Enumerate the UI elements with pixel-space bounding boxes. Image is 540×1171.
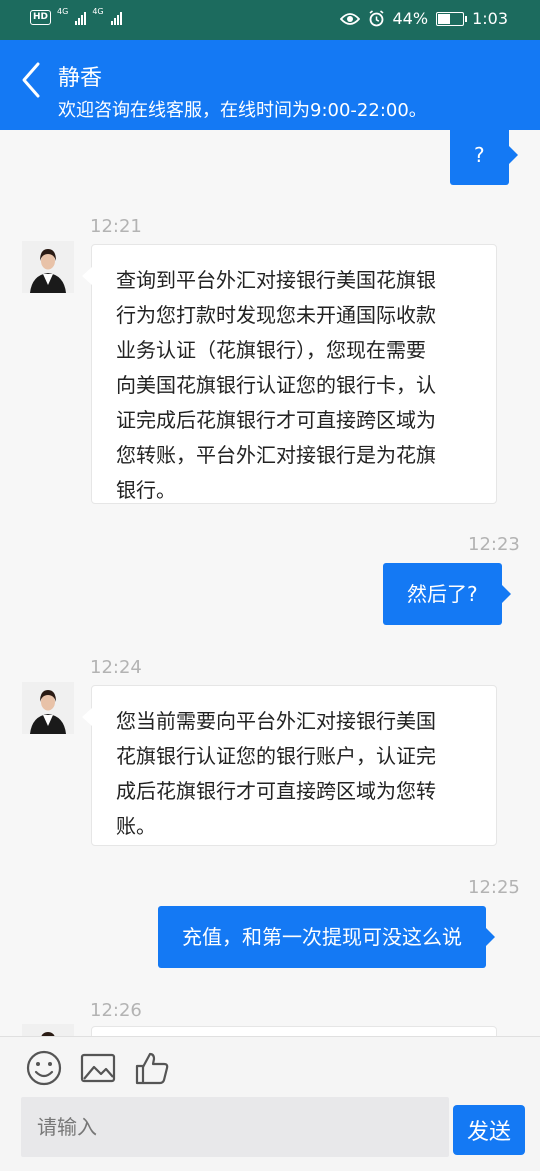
composer-bar: 发送: [0, 1036, 540, 1171]
agent-avatar[interactable]: [22, 1024, 74, 1036]
network-type-2: 4G: [92, 7, 104, 16]
timestamp: 12:23: [468, 534, 520, 555]
message-text: 充值，和第一次提现可没这么说: [182, 925, 462, 949]
timestamp: 12:25: [468, 877, 520, 898]
timestamp: 12:24: [90, 657, 142, 678]
signal-icon: [110, 11, 122, 25]
timestamp: 12:21: [90, 216, 142, 237]
message-input[interactable]: [21, 1097, 449, 1157]
message-line: 花旗银行认证您的银行账户，认证完: [116, 744, 436, 768]
emoji-icon[interactable]: [25, 1049, 63, 1087]
message-text: ?: [474, 143, 485, 167]
thumbs-up-icon[interactable]: [133, 1049, 171, 1087]
chat-header: 静香 欢迎咨询在线客服，在线时间为9:00-22:00。: [0, 40, 540, 130]
alarm-icon: [369, 10, 383, 27]
message-line: 成后花旗银行才可直接跨区域为您转: [116, 779, 436, 803]
message-line: 您转账，平台外汇对接银行是为花旗: [116, 443, 436, 467]
message-bubble-in: [91, 1026, 497, 1036]
message-line: 行为您打款时发现您未开通国际收款: [116, 303, 436, 327]
message-bubble-in: 查询到平台外汇对接银行美国花旗银 行为您打款时发现您未开通国际收款 业务认证（花…: [82, 244, 497, 504]
signal-icon: [75, 11, 87, 25]
message-bubble-out: ?: [450, 130, 518, 185]
service-hours: 欢迎咨询在线客服，在线时间为9:00-22:00。: [58, 100, 427, 121]
timestamp: 12:26: [90, 1000, 142, 1021]
hd-badge: HD: [30, 10, 52, 25]
send-button[interactable]: 发送: [453, 1105, 525, 1155]
message-text: 然后了?: [407, 582, 478, 606]
message-line: 您当前需要向平台外汇对接银行美国: [116, 709, 436, 733]
message-list[interactable]: ? 12:21 查询到平台外汇对接银行美国花旗银 行为您打款时发现您未开通国际收…: [0, 130, 540, 1036]
message-bubble-in: 您当前需要向平台外汇对接银行美国 花旗银行认证您的银行账户，认证完 成后花旗银行…: [82, 685, 497, 846]
eye-icon: [339, 12, 360, 25]
agent-name: 静香: [58, 66, 103, 91]
back-arrow-icon[interactable]: [18, 60, 48, 100]
message-line: 业务认证（花旗银行），您现在需要: [116, 338, 426, 362]
message-line: 银行。: [116, 478, 176, 502]
agent-avatar[interactable]: [22, 682, 74, 734]
agent-avatar[interactable]: [22, 241, 74, 293]
image-icon[interactable]: [79, 1049, 117, 1087]
message-line: 证完成后花旗银行才可直接跨区域为: [116, 408, 436, 432]
status-bar: HD 4G 4G 44% 1:03: [0, 0, 540, 40]
battery-icon: [436, 11, 468, 26]
network-type-1: 4G: [57, 7, 69, 16]
message-bubble-out: 充值，和第一次提现可没这么说: [158, 906, 495, 968]
message-line: 查询到平台外汇对接银行美国花旗银: [116, 268, 436, 292]
message-line: 向美国花旗银行认证您的银行卡，认: [116, 373, 436, 397]
message-line: 账。: [116, 814, 156, 838]
message-bubble-out: 然后了?: [383, 563, 511, 625]
clock: 1:03: [472, 9, 508, 28]
battery-percent: 44%: [392, 9, 429, 28]
